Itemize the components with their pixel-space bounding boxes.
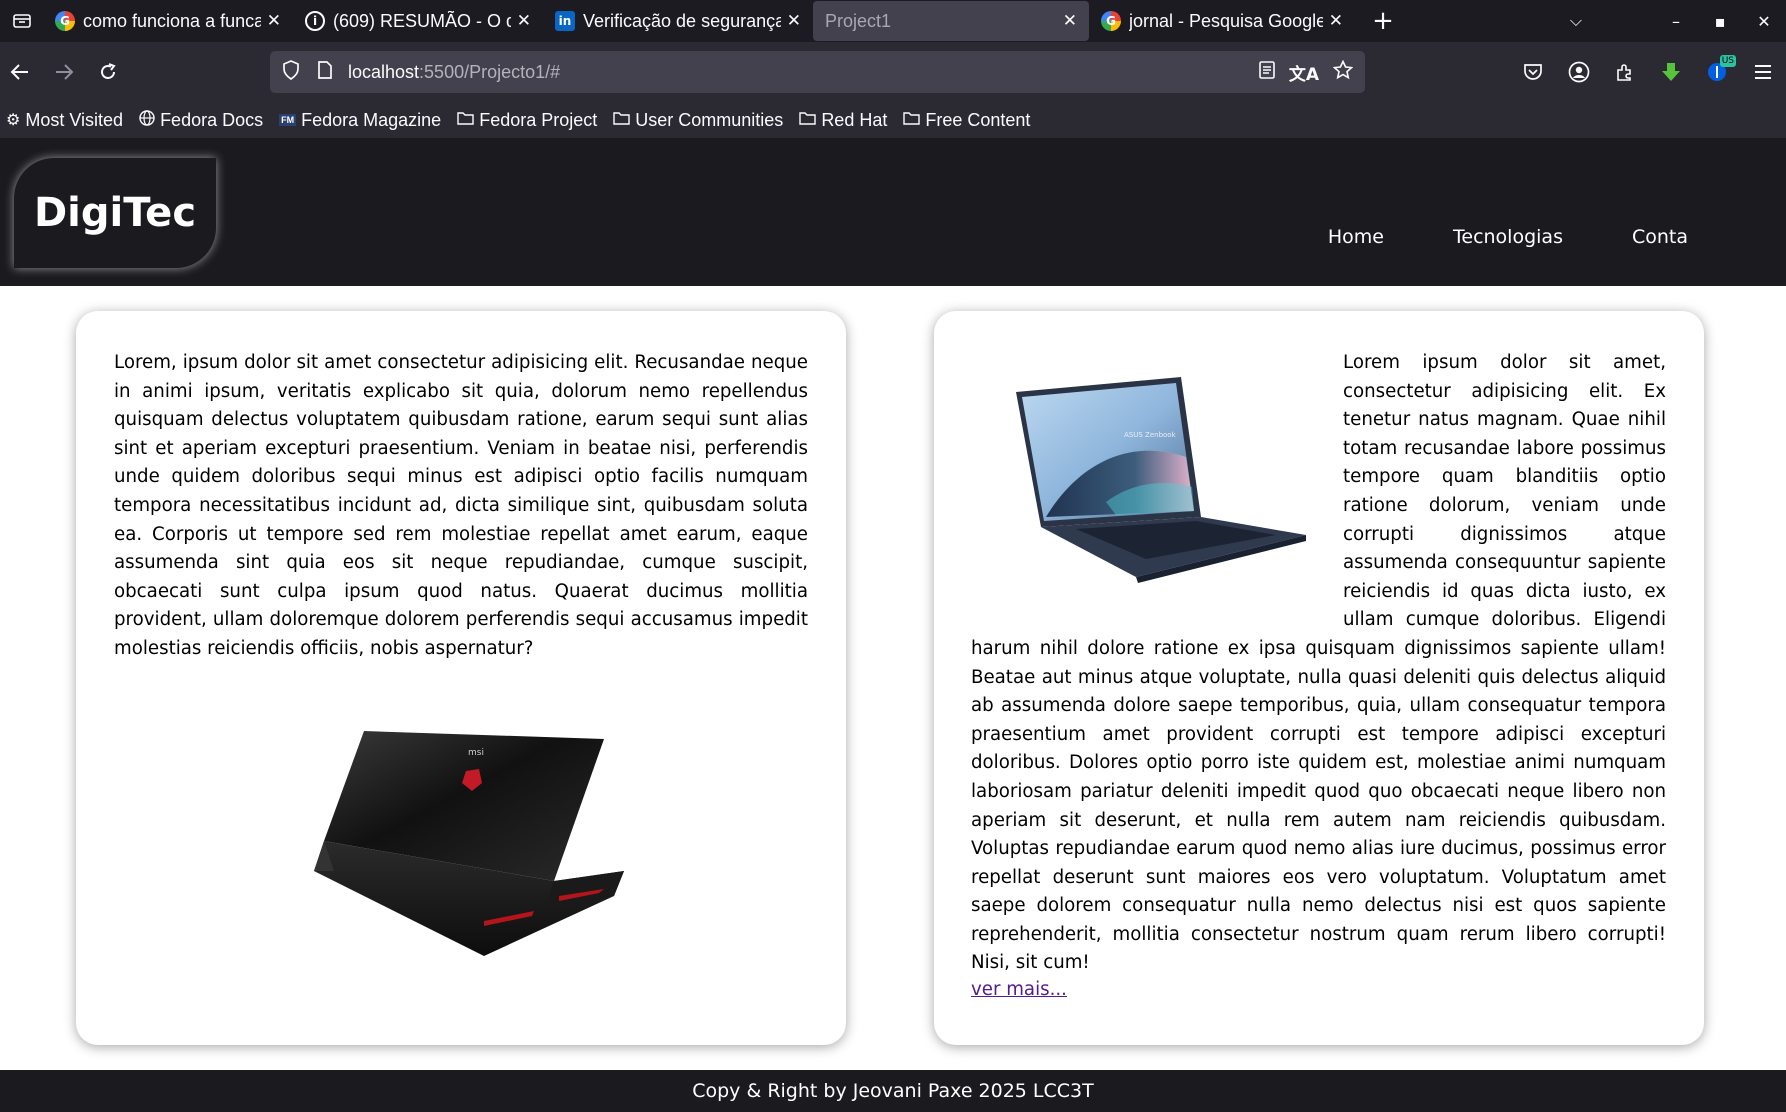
- pocket-icon[interactable]: [1518, 57, 1548, 87]
- close-icon[interactable]: ✕: [1063, 11, 1077, 31]
- download-icon[interactable]: [1656, 57, 1686, 87]
- tab-title: (609) RESUMÃO - O que é: [333, 10, 511, 31]
- vpn-icon[interactable]: US: [1702, 55, 1736, 87]
- site-header: DigiTec Home Tecnologias Conta: [0, 138, 1786, 286]
- nav-tecnologias-link[interactable]: Tecnologias: [1453, 226, 1563, 248]
- site-logo[interactable]: DigiTec: [14, 158, 216, 268]
- nav-toolbar: localhost:5500/Projecto1/# 文A US: [0, 42, 1786, 102]
- tab-linkedin[interactable]: in Verificação de segurança | ✕: [543, 1, 813, 41]
- tab-title: Project1: [825, 10, 892, 31]
- bookmark-fedora-project[interactable]: Fedora Project: [457, 110, 597, 131]
- tab-list-chevron-icon[interactable]: ⌵: [1554, 11, 1598, 31]
- menu-icon[interactable]: [1748, 57, 1778, 87]
- bookmark-label: Fedora Magazine: [301, 109, 442, 130]
- bookmark-star-icon[interactable]: [1332, 59, 1354, 85]
- close-icon[interactable]: ✕: [517, 11, 531, 31]
- bookmark-fedora-magazine[interactable]: FM Fedora Magazine: [279, 110, 441, 131]
- tab-title: jornal - Pesquisa Google: [1129, 10, 1323, 31]
- content-card-right: ASUS Zenbook Lorem ipsum dolor sit amet,…: [934, 311, 1704, 1045]
- globe-icon: [139, 109, 155, 131]
- gear-icon: ⚙: [6, 112, 21, 129]
- bookmark-fedora-docs[interactable]: Fedora Docs: [139, 110, 263, 131]
- forward-button[interactable]: [44, 52, 84, 92]
- back-button[interactable]: [0, 52, 40, 92]
- maximize-button[interactable]: ▪: [1698, 12, 1742, 31]
- reader-view-icon[interactable]: [1259, 60, 1275, 84]
- bookmark-label: Fedora Docs: [160, 109, 264, 130]
- nav-home-link[interactable]: Home: [1328, 226, 1384, 248]
- close-icon[interactable]: ✕: [787, 11, 801, 31]
- account-icon[interactable]: [1564, 57, 1594, 87]
- url-host: localhost: [348, 61, 420, 82]
- new-tab-button[interactable]: +: [1363, 1, 1403, 41]
- nav-conta-link[interactable]: Conta: [1632, 226, 1688, 248]
- url-path: :5500/Projecto1/#: [419, 61, 561, 82]
- ver-mais-link[interactable]: ver mais...: [971, 979, 1067, 1000]
- region-badge: US: [1719, 55, 1736, 67]
- folder-icon: [799, 111, 817, 130]
- folder-icon: [613, 111, 630, 130]
- url-text[interactable]: localhost:5500/Projecto1/#: [348, 62, 560, 83]
- asus-image-container: ASUS Zenbook: [971, 349, 1343, 617]
- url-bar[interactable]: localhost:5500/Projecto1/# 文A: [270, 51, 1365, 93]
- minimize-button[interactable]: –: [1654, 12, 1698, 31]
- msi-logo-text: msi: [468, 748, 484, 758]
- tab-project1[interactable]: Project1 ✕: [813, 1, 1089, 41]
- linkedin-icon: in: [555, 11, 575, 31]
- close-window-button[interactable]: ✕: [1742, 12, 1786, 31]
- close-icon[interactable]: ✕: [267, 11, 281, 31]
- window-controls: ⌵ – ▪ ✕: [1554, 0, 1786, 42]
- tab-resumao[interactable]: i (609) RESUMÃO - O que é ✕: [293, 1, 543, 41]
- site-footer: Copy & Right by Jeovani Paxe 2025 LCC3T: [0, 1070, 1786, 1112]
- google-icon: G: [55, 11, 75, 31]
- site-nav: Home Tecnologias Conta: [1328, 226, 1688, 248]
- shield-icon[interactable]: [282, 60, 304, 84]
- fm-icon: FM: [279, 114, 297, 126]
- tab-strip: G como funciona a funcao a ✕ i (609) RES…: [0, 0, 1786, 42]
- bookmark-user-communities[interactable]: User Communities: [613, 110, 783, 131]
- bookmark-label: Free Content: [925, 109, 1031, 130]
- footer-text: Copy & Right by Jeovani Paxe 2025 LCC3T: [692, 1080, 1094, 1102]
- google-icon: G: [1101, 11, 1121, 31]
- card-left-text: Lorem, ipsum dolor sit amet consectetur …: [114, 352, 808, 659]
- tab-jornal-search[interactable]: G jornal - Pesquisa Google ✕: [1089, 1, 1355, 41]
- extensions-icon[interactable]: [1610, 57, 1640, 87]
- content-card-left: Lorem, ipsum dolor sit amet consectetur …: [76, 311, 846, 1045]
- tab-title: Verificação de segurança |: [583, 10, 781, 31]
- bookmark-most-visited[interactable]: ⚙ Most Visited: [6, 110, 123, 131]
- bookmark-label: Most Visited: [25, 109, 124, 130]
- reload-button[interactable]: [88, 52, 128, 92]
- asus-screen-text: ASUS Zenbook: [1124, 431, 1177, 439]
- asus-laptop-image: ASUS Zenbook: [1016, 377, 1306, 583]
- translate-icon[interactable]: 文A: [1289, 60, 1319, 85]
- bookmarks-toolbar: ⚙ Most Visited Fedora Docs FM Fedora Mag…: [0, 102, 1786, 138]
- close-icon[interactable]: ✕: [1329, 11, 1343, 31]
- tab-title: como funciona a funcao a: [83, 10, 261, 31]
- tab-google-search-1[interactable]: G como funciona a funcao a ✕: [43, 1, 293, 41]
- folder-icon: [457, 111, 474, 130]
- info-icon: i: [305, 11, 325, 31]
- page-icon[interactable]: [318, 61, 336, 83]
- bookmark-label: Fedora Project: [479, 109, 598, 130]
- web-page: DigiTec Home Tecnologias Conta Lorem, ip…: [0, 138, 1786, 1112]
- firefox-view-icon[interactable]: [0, 0, 43, 42]
- bookmark-free-content[interactable]: Free Content: [903, 110, 1030, 131]
- bookmark-label: Red Hat: [821, 109, 888, 130]
- folder-icon: [903, 111, 921, 130]
- bookmark-red-hat[interactable]: Red Hat: [799, 110, 887, 131]
- bookmark-label: User Communities: [635, 109, 784, 130]
- msi-laptop-image: msi: [314, 731, 624, 956]
